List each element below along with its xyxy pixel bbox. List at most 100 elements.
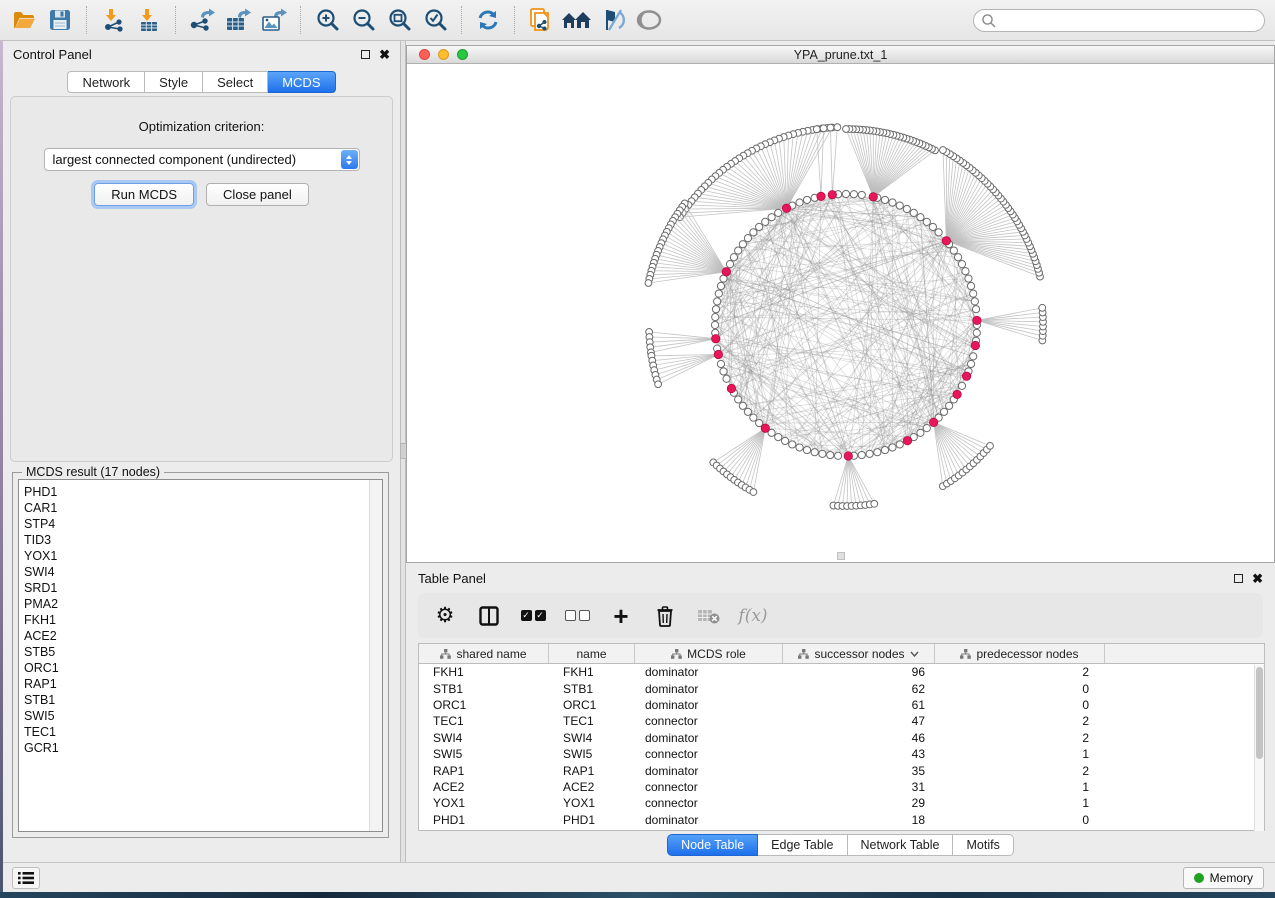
table-header-row: shared namenameMCDS rolesuccessor nodesp… (419, 644, 1264, 664)
toolbar-separator (86, 6, 87, 34)
mcds-result-item[interactable]: SRD1 (24, 580, 369, 596)
close-table-panel-icon[interactable]: ✖ (1252, 572, 1263, 585)
mcds-result-item[interactable]: TEC1 (24, 724, 369, 740)
zoom-selected-button[interactable] (417, 4, 453, 36)
close-panel-button[interactable]: Close panel (206, 183, 309, 206)
delete-table-icon (697, 607, 721, 625)
cell-mcds_role: connector (635, 780, 783, 794)
toolbar-separator (514, 6, 515, 34)
mcds-result-item[interactable]: PHD1 (24, 484, 369, 500)
mcds-result-item[interactable]: STB5 (24, 644, 369, 660)
criterion-selected-value: largest connected component (undirected) (53, 152, 297, 167)
mcds-result-item[interactable]: GCR1 (24, 740, 369, 756)
refresh-layout-button[interactable] (470, 4, 506, 36)
column-header-name[interactable]: name (549, 644, 635, 663)
share-document-button[interactable] (523, 4, 559, 36)
table-row[interactable]: SWI4SWI4dominator462 (419, 730, 1264, 746)
cell-name: ACE2 (549, 780, 635, 794)
deselect-all-button[interactable] (562, 601, 592, 631)
mcds-result-item[interactable]: ACE2 (24, 628, 369, 644)
table-row[interactable]: TEC1TEC1connector472 (419, 713, 1264, 729)
run-mcds-button[interactable]: Run MCDS (94, 183, 194, 206)
mcds-result-item[interactable]: SWI5 (24, 708, 369, 724)
column-header-predecessor-nodes[interactable]: predecessor nodes (935, 644, 1105, 663)
mcds-result-item[interactable]: RAP1 (24, 676, 369, 692)
export-table-button[interactable] (220, 4, 256, 36)
graphics-details-icon (599, 8, 627, 32)
mcds-result-item[interactable]: ORC1 (24, 660, 369, 676)
mcds-result-item[interactable]: STB1 (24, 692, 369, 708)
cell-mcds_role: dominator (635, 698, 783, 712)
zoom-out-button[interactable] (345, 4, 381, 36)
save-session-button[interactable] (42, 4, 78, 36)
mcds-result-item[interactable]: FKH1 (24, 612, 369, 628)
list-icon (17, 871, 35, 885)
table-row[interactable]: SWI5SWI5connector431 (419, 746, 1264, 762)
network-window: YPA_prune.txt_1 (406, 45, 1275, 563)
tab-select[interactable]: Select (203, 71, 268, 93)
zoom-fit-button[interactable] (381, 4, 417, 36)
table-row[interactable]: ORC1ORC1dominator610 (419, 697, 1264, 713)
memory-button[interactable]: Memory (1183, 867, 1264, 889)
mcds-result-item[interactable]: SWI4 (24, 564, 369, 580)
cell-shared_name: FKH1 (419, 665, 549, 679)
export-image-button[interactable] (256, 4, 292, 36)
node-table: shared namenameMCDS rolesuccessor nodesp… (418, 643, 1265, 831)
network-graph[interactable] (407, 64, 1274, 562)
mcds-result-item[interactable]: CAR1 (24, 500, 369, 516)
column-header-shared-name[interactable]: shared name (419, 644, 549, 663)
mcds-list-scrollbar[interactable] (369, 480, 382, 831)
export-image-icon (260, 8, 288, 32)
import-network-button[interactable] (95, 4, 131, 36)
zoom-in-button[interactable] (309, 4, 345, 36)
close-panel-icon[interactable]: ✖ (379, 48, 390, 61)
birds-eye-view-button[interactable] (631, 4, 667, 36)
column-layout-button[interactable] (474, 601, 504, 631)
tab-node-table[interactable]: Node Table (667, 834, 758, 856)
import-table-button[interactable] (131, 4, 167, 36)
function-builder-button[interactable]: f(x) (738, 601, 768, 631)
mcds-result-item[interactable]: YOX1 (24, 548, 369, 564)
column-header-successor-nodes[interactable]: successor nodes (783, 644, 935, 663)
criterion-select[interactable]: largest connected component (undirected) (44, 148, 360, 171)
delete-column-button[interactable] (650, 601, 680, 631)
create-column-button[interactable]: + (606, 601, 636, 631)
table-settings-button[interactable]: ⚙ (430, 601, 460, 631)
table-row[interactable]: PHD1PHD1dominator180 (419, 812, 1264, 828)
network-analyzer-button[interactable] (559, 4, 595, 36)
zoom-selected-icon (423, 8, 448, 33)
table-row[interactable]: ACE2ACE2connector311 (419, 779, 1264, 795)
column-header-MCDS-role[interactable]: MCDS role (635, 644, 783, 663)
mcds-result-item[interactable]: STP4 (24, 516, 369, 532)
network-canvas[interactable] (407, 64, 1274, 562)
tab-mcds[interactable]: MCDS (268, 71, 335, 93)
toolbar-separator (461, 6, 462, 34)
cell-predecessor_nodes: 1 (935, 747, 1105, 761)
mcds-result-item[interactable]: TID3 (24, 532, 369, 548)
network-resize-grip[interactable] (837, 552, 845, 560)
graphics-details-button[interactable] (595, 4, 631, 36)
float-panel-icon[interactable] (361, 50, 370, 59)
export-network-button[interactable] (184, 4, 220, 36)
network-window-titlebar[interactable]: YPA_prune.txt_1 (407, 46, 1274, 64)
tab-network-table[interactable]: Network Table (848, 834, 954, 856)
table-row[interactable]: YOX1YOX1connector291 (419, 795, 1264, 811)
tab-motifs[interactable]: Motifs (953, 834, 1013, 856)
tab-network[interactable]: Network (67, 71, 145, 93)
cell-shared_name: ACE2 (419, 780, 549, 794)
create-column-icon: + (613, 603, 628, 629)
float-table-panel-icon[interactable] (1234, 574, 1243, 583)
select-all-button[interactable]: ✓✓ (518, 601, 548, 631)
show-panels-button[interactable] (12, 867, 40, 889)
delete-table-button[interactable] (694, 601, 724, 631)
open-session-button[interactable] (6, 4, 42, 36)
tab-style[interactable]: Style (145, 71, 203, 93)
table-scrollbar-thumb[interactable] (1256, 667, 1263, 759)
table-row[interactable]: STB1STB1dominator620 (419, 680, 1264, 696)
table-scrollbar[interactable] (1254, 665, 1264, 831)
table-row[interactable]: FKH1FKH1dominator962 (419, 664, 1264, 680)
mcds-result-item[interactable]: PMA2 (24, 596, 369, 612)
tab-edge-table[interactable]: Edge Table (758, 834, 847, 856)
search-input[interactable] (973, 9, 1265, 32)
table-row[interactable]: RAP1RAP1dominator352 (419, 762, 1264, 778)
